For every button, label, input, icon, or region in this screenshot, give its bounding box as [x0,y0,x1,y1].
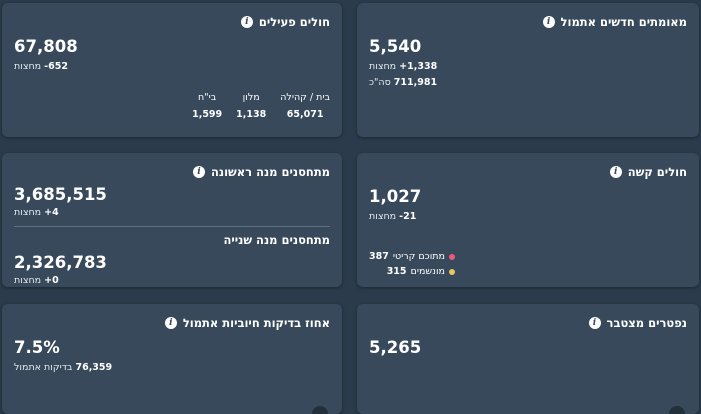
card-positive-rate: אחוז בדיקות חיוביות אתמול i 7.5% 76,359 … [2,304,342,414]
scroll-handle[interactable] [669,406,685,414]
second-dose-change: +0 מחצות [14,275,59,286]
tests-yesterday: 76,359 בדיקות אתמול [14,362,113,373]
breakdown-home: בית / קהילה 65,071 [280,92,330,120]
info-icon[interactable]: i [192,166,205,178]
new-confirmed-change: +1,338 מחצות [369,61,438,72]
card-title: אחוז בדיקות חיוביות אתמול [182,316,330,330]
second-dose-value: 2,326,783 [14,253,107,272]
card-vaccinated: מתחסנים מנה ראשונה i 3,685,515 +4 מחצות … [2,153,342,287]
card-title: חולים קשה [627,165,687,179]
card-serious-patients: חולים קשה i 1,027 -21 מחצות מתוכם קריטי … [357,153,699,287]
first-dose-change: +4 מחצות [14,207,59,218]
info-icon[interactable]: i [164,317,177,329]
info-icon[interactable]: i [240,16,253,28]
legend-ventilated: מונשמים 315 [369,266,455,277]
card-title: חולים פעילים [258,15,330,29]
card-title: מתחסנים מנה ראשונה [210,165,330,179]
new-confirmed-total: 711,981 סה"כ [369,77,438,88]
pink-dot-icon [449,253,455,260]
deaths-value: 5,265 [369,338,422,357]
card-new-confirmed: מאומתים חדשים אתמול i 5,540 +1,338 מחצות… [357,3,699,137]
serious-change: -21 מחצות [369,211,417,222]
info-icon[interactable]: i [542,16,555,28]
active-change: -652 מחצות [14,61,68,72]
breakdown-hospital: בי"ח 1,599 [192,92,223,120]
active-value: 67,808 [14,37,78,56]
card-active-patients: חולים פעילים i 67,808 -652 מחצות בית / ק… [2,3,342,137]
second-dose-title: מתחסנים מנה שנייה [223,233,330,247]
divider [14,226,330,227]
card-title: מאומתים חדשים אתמול [560,15,687,29]
legend-critical: מתוכם קריטי 387 [369,251,455,262]
active-breakdown: בית / קהילה 65,071 מלון 1,138 בי"ח 1,599 [14,92,330,120]
new-confirmed-value: 5,540 [369,37,422,56]
scroll-handle[interactable] [312,406,328,414]
card-title: נפטרים מצטבר [606,316,687,330]
yellow-dot-icon [449,268,455,275]
first-dose-value: 3,685,515 [14,185,107,204]
info-icon[interactable]: i [588,317,601,329]
serious-legend: מתוכם קריטי 387 מונשמים 315 [369,247,455,277]
serious-value: 1,027 [369,187,422,206]
info-icon[interactable]: i [609,166,622,178]
breakdown-hotel: מלון 1,138 [236,92,267,120]
card-deaths: נפטרים מצטבר i 5,265 [357,304,699,414]
positive-rate-value: 7.5% [14,338,60,357]
